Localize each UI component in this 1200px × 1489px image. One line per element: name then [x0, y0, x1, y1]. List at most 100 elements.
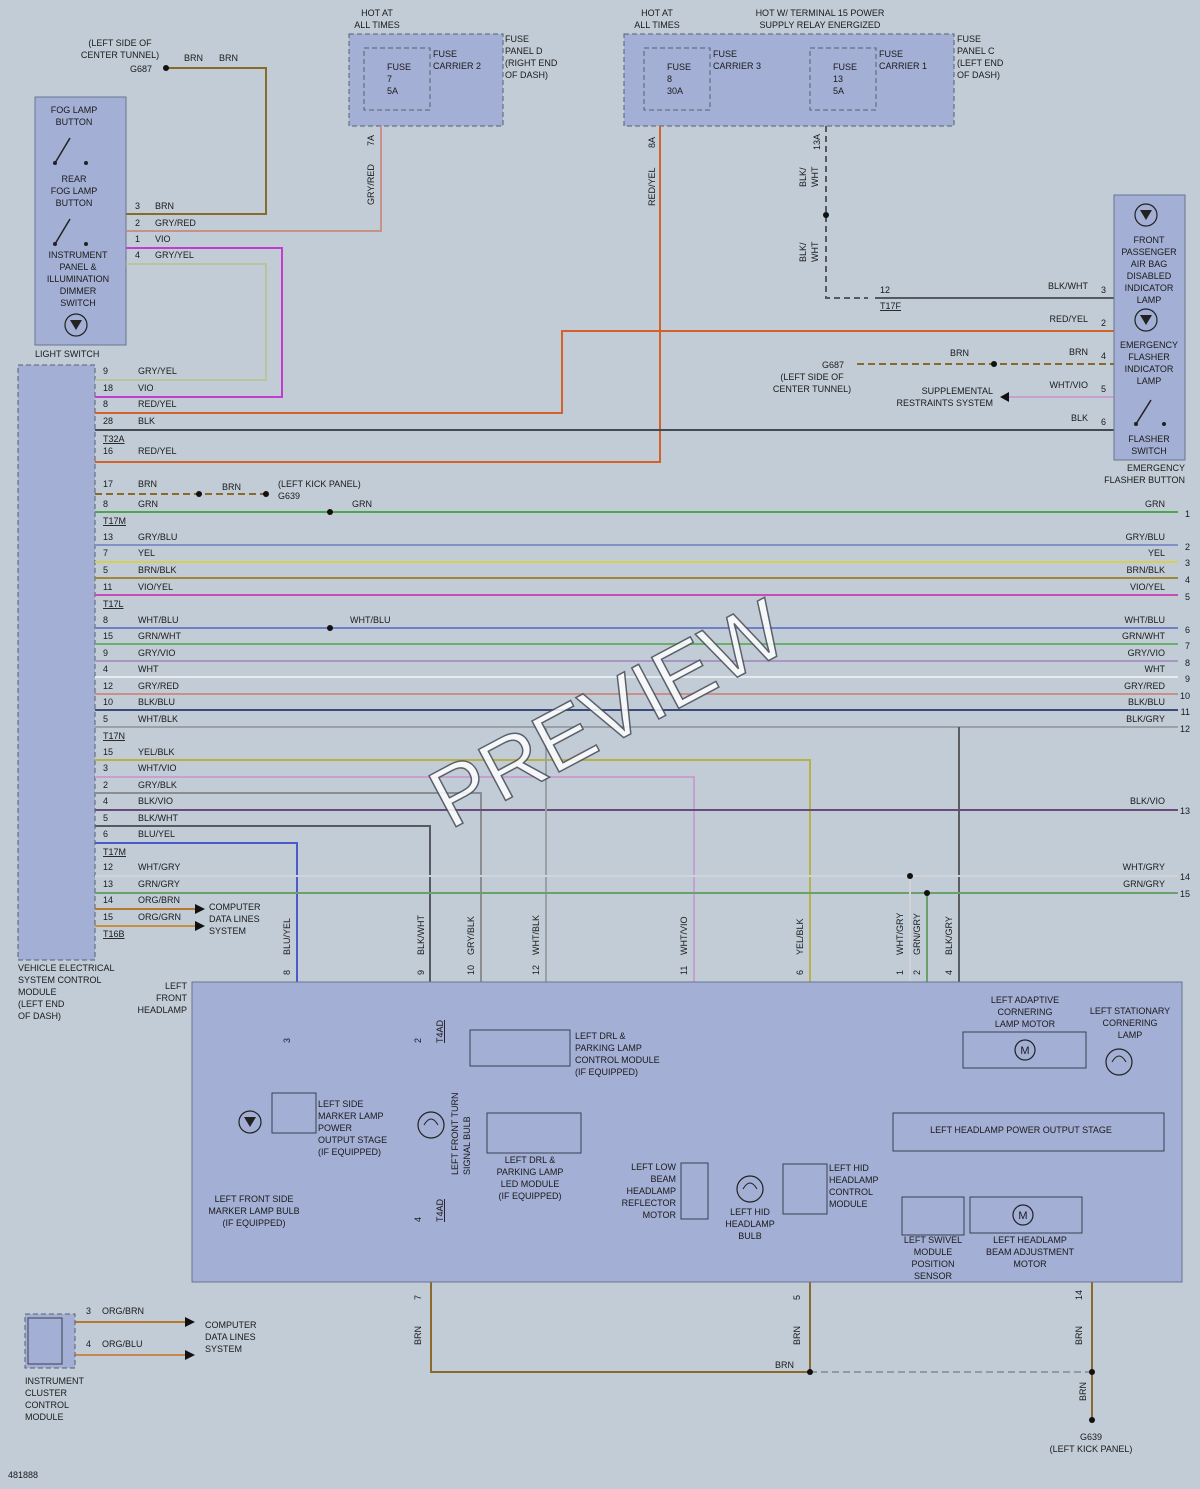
inner-pin-4: 4 — [413, 1217, 423, 1222]
left-row-wire: YEL/BLK — [138, 747, 175, 757]
right-row-wire: GRY/RED — [1124, 681, 1165, 691]
right-row-wire: BLK/BLU — [1128, 697, 1165, 707]
left-row-pin: 15 — [103, 912, 113, 922]
headlamp-top-pin: 8 — [282, 970, 292, 975]
left-row-wire: WHT/VIO — [138, 763, 177, 773]
right-row-ref: 9 — [1185, 674, 1190, 684]
left-row-pin: 28 — [103, 416, 113, 426]
g639-mid-label: G639 — [278, 491, 300, 501]
cluster-wire-4: ORG/BLU — [102, 1339, 143, 1349]
drl-control-box — [469, 1029, 571, 1067]
t4ad-top: T4AD — [435, 1019, 445, 1043]
svg-text:M: M — [1018, 1210, 1027, 1222]
left-row-wire: GRY/YEL — [138, 366, 177, 376]
g687-right-splice — [991, 361, 997, 367]
fuse-7-pin: 7A — [366, 135, 376, 146]
left-row-wire: VIO/YEL — [138, 582, 173, 592]
power-stage-label: LEFT HEADLAMP POWER OUTPUT STAGE — [930, 1125, 1112, 1135]
t4ad-bottom: T4AD — [435, 1198, 445, 1222]
right-row-wire: WHT — [1145, 664, 1166, 674]
headlamp-top-pin: 11 — [679, 966, 689, 975]
left-row-wire: GRY/RED — [138, 681, 179, 691]
light-switch-pin: 1 — [135, 234, 140, 244]
turn-signal-bulb-icon — [417, 1111, 445, 1139]
ground-splice-2 — [1089, 1369, 1095, 1375]
headlamp-top-pin: 12 — [531, 965, 541, 975]
right-row-ref: 1 — [1185, 509, 1190, 519]
g639-bottom-location: (LEFT KICK PANEL) — [1050, 1444, 1133, 1454]
left-row-pin: 5 — [103, 813, 108, 823]
left-row-pin: 8 — [103, 499, 108, 509]
right-row-wire: GRN/GRY — [1123, 879, 1165, 889]
left-row-wire: GRN/GRY — [138, 879, 180, 889]
fuse-13-pin: 13A — [812, 134, 822, 150]
right-row-ref: 15 — [1180, 889, 1190, 899]
right-row-ref: 8 — [1185, 658, 1190, 668]
headlamp-bottom-wire: BRN — [1074, 1326, 1084, 1345]
right-row-ref: 2 — [1185, 542, 1190, 552]
right-row-ref: 7 — [1185, 641, 1190, 651]
left-row-wire: GRN/WHT — [138, 631, 181, 641]
flasher-pin: 2 — [1101, 318, 1106, 328]
left-row-pin: 2 — [103, 780, 108, 790]
left-row-pin: 9 — [103, 648, 108, 658]
left-row-wire: BLK/VIO — [138, 796, 173, 806]
left-row-pin: 15 — [103, 631, 113, 641]
left-row-pin: 9 — [103, 366, 108, 376]
headlamp-bottom-wire: BRN — [413, 1326, 423, 1345]
beam-adjust-motor-icon: M — [1012, 1204, 1034, 1226]
left-row-pin: 12 — [103, 862, 113, 872]
right-row-ref: 11 — [1181, 707, 1190, 717]
stationary-lamp-icon — [1105, 1048, 1133, 1076]
cluster-wire-3: ORG/BRN — [102, 1306, 144, 1316]
inner-pin-3: 3 — [282, 1038, 292, 1043]
adaptive-motor-icon: M — [1014, 1039, 1036, 1061]
flasher-wire: BLK/WHT — [1048, 281, 1089, 291]
flasher-wire: BRN — [1069, 347, 1088, 357]
drl-led-box — [486, 1112, 582, 1154]
connector-t17l: T17L — [103, 599, 124, 609]
right-row-wire: WHT/GRY — [1123, 862, 1165, 872]
left-row-pin: 5 — [103, 714, 108, 724]
t17f-pin: 12 — [880, 285, 890, 295]
light-switch-title: LIGHT SWITCH — [35, 349, 99, 359]
flasher-pin: 5 — [1101, 384, 1106, 394]
right-row-wire: BRN/BLK — [1126, 565, 1165, 575]
g639-bottom-label: G639 — [1080, 1432, 1102, 1442]
headlamp-top-wire: BLK/GRY — [944, 916, 954, 955]
left-row-pin: 16 — [103, 446, 113, 456]
left-row-wire: RED/YEL — [138, 446, 177, 456]
left-row-pin: 18 — [103, 383, 113, 393]
headlamp-top-wire: BLU/YEL — [282, 918, 292, 955]
left-row-wire: GRN — [138, 499, 158, 509]
headlamp-top-wire: GRN/GRY — [912, 913, 922, 955]
grn-gry-splice — [924, 890, 930, 896]
right-row-wire: WHT/BLU — [1125, 615, 1166, 625]
headlamp-top-pin: 9 — [416, 970, 426, 975]
right-row-wire: BLK/VIO — [1130, 796, 1165, 806]
g639-mid-location: (LEFT KICK PANEL) — [278, 479, 361, 489]
g639-bottom-ground — [1089, 1417, 1095, 1423]
connector-t17m-1: T17M — [103, 516, 126, 526]
left-row-pin: 13 — [103, 879, 113, 889]
left-row-pin: 6 — [103, 829, 108, 839]
light-switch-pin: 4 — [135, 250, 140, 260]
headlamp-top-wire: WHT/GRY — [895, 913, 905, 955]
light-switch-pin: 2 — [135, 218, 140, 228]
instrument-cluster-inner — [27, 1317, 63, 1365]
headlamp-top-pin: 6 — [795, 970, 805, 975]
inner-pin-2: 2 — [413, 1038, 423, 1043]
left-row-wire: BLK/BLU — [138, 697, 175, 707]
flasher-wire: RED/YEL — [1049, 314, 1088, 324]
left-row-pin: 11 — [103, 582, 112, 592]
left-row-pin: 8 — [103, 399, 108, 409]
fuse-panel-c-box — [623, 33, 955, 127]
flasher-wire: WHT/VIO — [1050, 380, 1089, 390]
right-row-wire: GRN — [1145, 499, 1165, 509]
headlamp-top-wire: WHT/BLK — [531, 915, 541, 955]
g687-right-label: G687 — [822, 360, 844, 370]
left-row-wire: GRY/VIO — [138, 648, 175, 658]
headlamp-top-pin: 2 — [912, 970, 922, 975]
hid-bulb-icon — [736, 1175, 764, 1203]
right-row-wire: YEL — [1148, 548, 1165, 558]
